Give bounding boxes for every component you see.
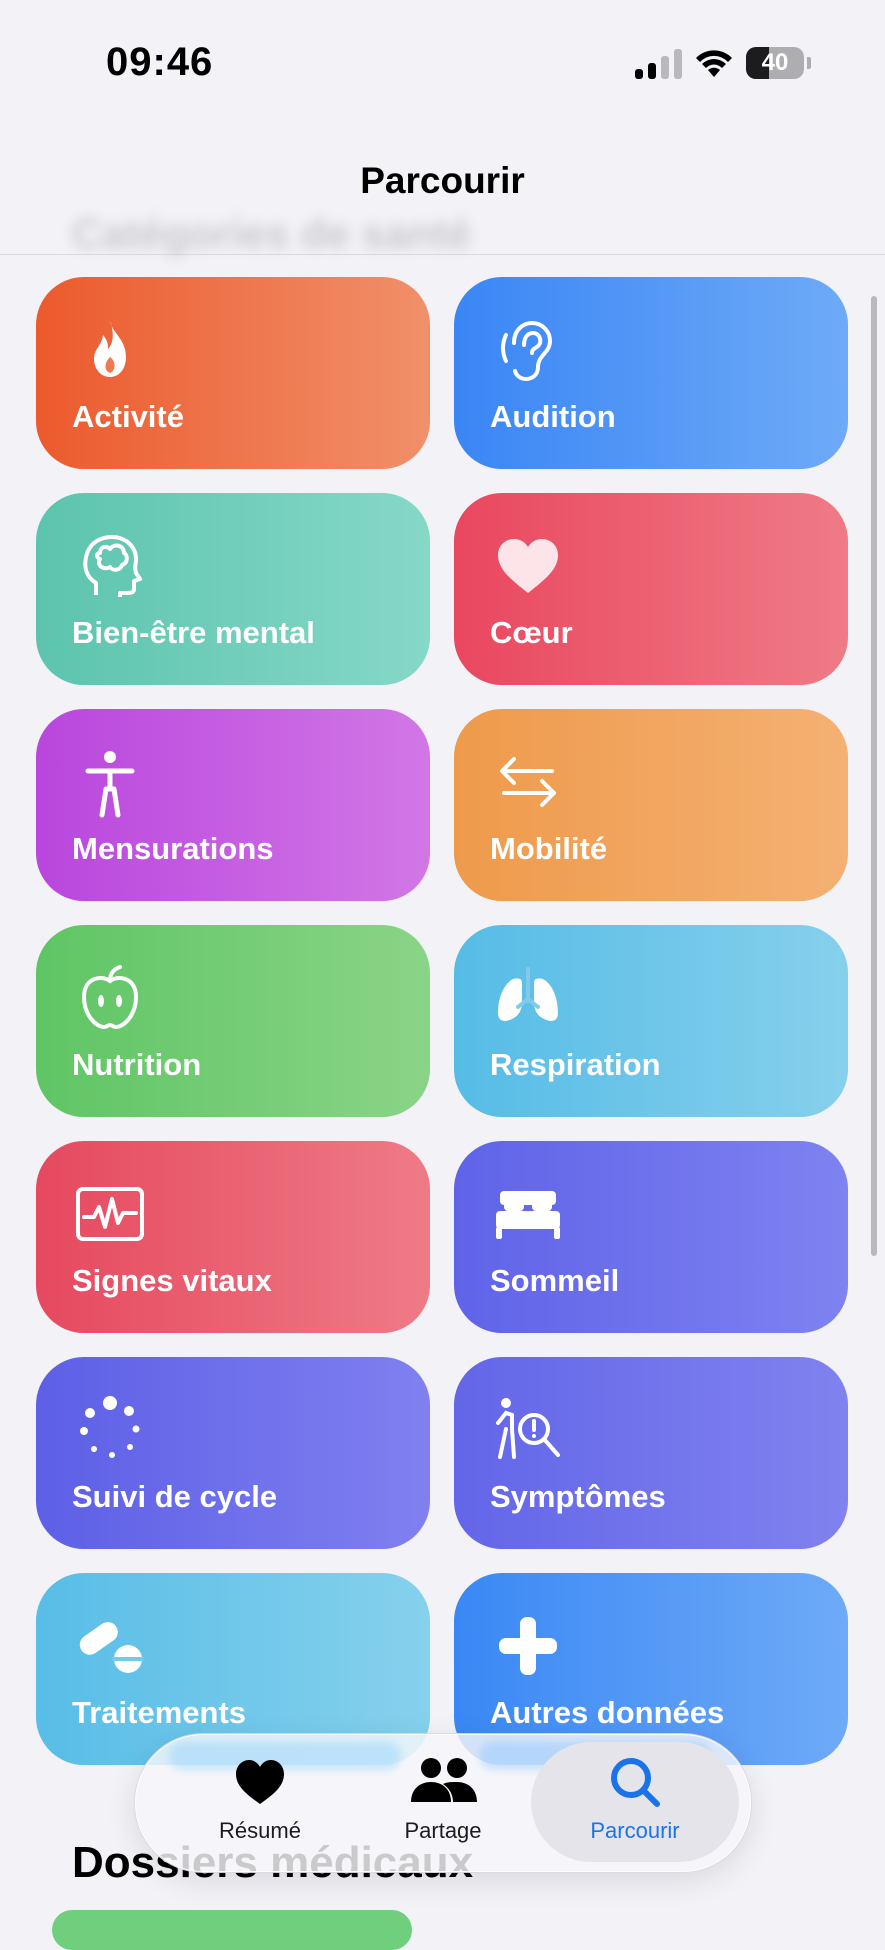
category-activite[interactable]: Activité xyxy=(36,277,430,469)
category-coeur[interactable]: Cœur xyxy=(454,493,848,685)
scroll-indicator[interactable] xyxy=(871,296,877,1256)
waveform-monitor-icon xyxy=(72,1177,148,1253)
tab-resume[interactable]: Résumé xyxy=(170,1754,350,1854)
arrows-left-right-icon xyxy=(490,745,566,821)
category-symptomes[interactable]: Symptômes xyxy=(454,1357,848,1549)
status-bar: 09:46 40 xyxy=(0,0,885,120)
flame-icon xyxy=(72,313,148,389)
lungs-icon xyxy=(490,961,566,1037)
figure-magnifier-icon xyxy=(490,1393,566,1469)
category-label: Symptômes xyxy=(490,1479,666,1514)
status-time: 09:46 xyxy=(106,40,214,84)
category-label: Audition xyxy=(490,399,616,434)
plus-icon xyxy=(490,1609,566,1685)
category-label: Mensurations xyxy=(72,831,274,866)
large-title-scrolled: Catégories de santé xyxy=(72,210,472,257)
category-audition[interactable]: Audition xyxy=(454,277,848,469)
category-label: Cœur xyxy=(490,615,573,650)
medical-record-card-peek[interactable] xyxy=(52,1910,412,1950)
ear-icon xyxy=(490,313,566,389)
apple-icon xyxy=(72,961,148,1037)
category-sommeil[interactable]: Sommeil xyxy=(454,1141,848,1333)
category-nutrition[interactable]: Nutrition xyxy=(36,925,430,1117)
category-mobilite[interactable]: Mobilité xyxy=(454,709,848,901)
people-icon xyxy=(411,1754,477,1810)
battery-icon: 40 xyxy=(746,47,804,79)
tab-partage[interactable]: Partage xyxy=(353,1754,533,1854)
category-label: Activité xyxy=(72,399,184,434)
category-bien-etre-mental[interactable]: Bien-être mental xyxy=(36,493,430,685)
tab-label: Partage xyxy=(404,1818,482,1843)
tab-label: Résumé xyxy=(219,1818,301,1843)
battery-percent: 40 xyxy=(761,49,789,76)
status-icons: 40 xyxy=(635,47,811,79)
battery-cap xyxy=(807,57,811,69)
cellular-signal-icon xyxy=(635,47,682,79)
category-suivi-de-cycle[interactable]: Suivi de cycle xyxy=(36,1357,430,1549)
heart-icon xyxy=(490,529,566,605)
category-signes-vitaux[interactable]: Signes vitaux xyxy=(36,1141,430,1333)
cycle-dots-icon xyxy=(72,1393,148,1469)
category-label: Sommeil xyxy=(490,1263,620,1298)
category-label: Bien-être mental xyxy=(72,615,315,650)
tab-parcourir[interactable]: Parcourir xyxy=(545,1754,725,1854)
wifi-icon xyxy=(696,50,732,77)
figure-icon xyxy=(72,745,148,821)
bed-icon xyxy=(490,1177,566,1253)
nav-bar: Parcourir Catégories de santé xyxy=(0,120,885,257)
category-grid: Activité Audition Bien-être mental Cœur … xyxy=(36,277,848,1765)
tab-label: Parcourir xyxy=(590,1818,680,1843)
category-mensurations[interactable]: Mensurations xyxy=(36,709,430,901)
category-label: Suivi de cycle xyxy=(72,1479,278,1514)
category-label: Respiration xyxy=(490,1047,661,1082)
category-label: Autres données xyxy=(490,1695,725,1730)
tab-bar: Résumé Partage Parcourir xyxy=(134,1733,752,1873)
category-label: Mobilité xyxy=(490,831,608,866)
page-title: Parcourir xyxy=(360,160,525,201)
category-label: Nutrition xyxy=(72,1047,202,1082)
brain-head-icon xyxy=(72,529,148,605)
search-icon xyxy=(607,1754,663,1810)
category-label: Signes vitaux xyxy=(72,1263,272,1298)
category-label: Traitements xyxy=(72,1695,247,1730)
heart-icon xyxy=(232,1754,288,1810)
pills-icon xyxy=(72,1609,148,1685)
category-respiration[interactable]: Respiration xyxy=(454,925,848,1117)
